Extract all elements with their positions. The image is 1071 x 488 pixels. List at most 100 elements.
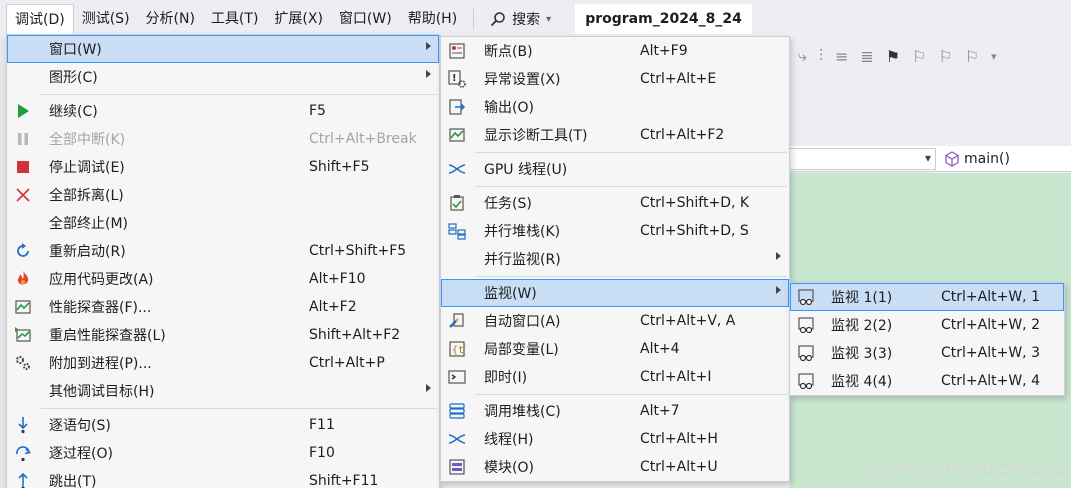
menu-item[interactable]: 线程(H) Ctrl+Alt+H — [441, 425, 789, 453]
menu-item-shortcut: Shift+Alt+F2 — [309, 327, 401, 343]
menu-item-shortcut: Ctrl+Shift+F5 — [309, 243, 407, 259]
menu-item-label: 任务(S) — [484, 196, 532, 212]
menu-item[interactable]: 跳出(T) Shift+F11 — [7, 467, 439, 488]
menu-item: 全部中断(K) Ctrl+Alt+Break — [7, 125, 439, 153]
menu-item-label: 其他调试目标(H) — [49, 384, 155, 400]
menu-item-shortcut: Ctrl+Alt+W, 1 — [941, 289, 1040, 305]
menu-item-label: 继续(C) — [49, 104, 98, 120]
menu-item-label: 显示诊断工具(T) — [484, 128, 588, 144]
menu-item[interactable]: 即时(I) Ctrl+Alt+I — [441, 363, 789, 391]
menu-item-shortcut: Ctrl+Alt+H — [640, 431, 718, 447]
menu-item-label: 性能探查器(F)... — [49, 300, 152, 316]
watch-glasses-icon — [796, 315, 816, 335]
menu-item[interactable]: 并行堆栈(K) Ctrl+Shift+D, S — [441, 217, 789, 245]
parallel-stacks-icon — [447, 221, 467, 241]
menu-item[interactable]: 显示诊断工具(T) Ctrl+Alt+F2 — [441, 121, 789, 149]
toolbar-next-bookmark-icon: ⚐ — [938, 46, 953, 66]
toolbar-prev-bookmark-icon: ⚐ — [912, 46, 927, 66]
menu-item-shortcut: Ctrl+Alt+W, 4 — [941, 373, 1040, 389]
menu-item[interactable]: 逐过程(O) F10 — [7, 439, 439, 467]
menu-item[interactable]: 其他调试目标(H) — [7, 377, 439, 405]
menu-item[interactable]: {t} 局部变量(L) Alt+4 — [441, 335, 789, 363]
menu-item-label: GPU 线程(U) — [484, 162, 568, 178]
menu-item[interactable]: 附加到进程(P)... Ctrl+Alt+P — [7, 349, 439, 377]
menu-item-label: 窗口(W) — [49, 42, 102, 58]
restart-icon — [13, 241, 33, 261]
menu-extensions[interactable]: 扩展(X) — [266, 4, 331, 34]
menu-item-label: 监视 4(4) — [831, 374, 893, 390]
search-box[interactable]: 搜索 ▾ — [482, 9, 559, 29]
menu-item[interactable]: 自动窗口(A) Ctrl+Alt+V, A — [441, 307, 789, 335]
menu-item-shortcut: Shift+F11 — [309, 473, 379, 488]
menu-item-shortcut: Ctrl+Alt+E — [640, 71, 717, 87]
menu-item-label: 模块(O) — [484, 460, 534, 476]
menu-item-label: 并行监视(R) — [484, 252, 561, 268]
watch-glasses-icon — [796, 343, 816, 363]
menu-item[interactable]: ! 异常设置(X) Ctrl+Alt+E — [441, 65, 789, 93]
menu-item[interactable]: 重新启动(R) Ctrl+Shift+F5 — [7, 237, 439, 265]
project-title: program_2024_8_24 — [575, 4, 752, 34]
menu-item[interactable]: 监视 2(2) Ctrl+Alt+W, 2 — [790, 311, 1064, 339]
submenu-arrow-icon — [426, 70, 431, 78]
menu-item-label: 即时(I) — [484, 370, 528, 386]
menu-item[interactable]: 全部终止(M) — [7, 209, 439, 237]
menu-item-shortcut: Ctrl+Alt+W, 2 — [941, 317, 1040, 333]
menu-item[interactable]: 监视 3(3) Ctrl+Alt+W, 3 — [790, 339, 1064, 367]
menu-item-shortcut: Ctrl+Alt+P — [309, 355, 385, 371]
menubar-separator — [473, 9, 475, 29]
menubar: 调试(D) 测试(S) 分析(N) 工具(T) 扩展(X) 窗口(W) 帮助(H… — [0, 0, 1071, 38]
menu-analyze[interactable]: 分析(N) — [138, 4, 203, 34]
menu-item-label: 重新启动(R) — [49, 244, 126, 260]
watermark: CSDN @TANGLONG222 — [872, 460, 1065, 479]
menu-item[interactable]: GPU 线程(U) — [441, 155, 789, 183]
menu-item-label: 异常设置(X) — [484, 72, 561, 88]
menu-item[interactable]: 重启性能探查器(L) Shift+Alt+F2 — [7, 321, 439, 349]
menu-item-shortcut: F10 — [309, 445, 335, 461]
menu-item[interactable]: 窗口(W) — [7, 35, 439, 63]
menu-item-label: 重启性能探查器(L) — [49, 328, 166, 344]
svg-text:{t}: {t} — [452, 345, 466, 356]
menu-item[interactable]: 调用堆栈(C) Alt+7 — [441, 397, 789, 425]
menu-item[interactable]: 图形(C) — [7, 63, 439, 91]
menu-item[interactable]: 监视(W) — [441, 279, 789, 307]
threads-icon — [447, 429, 467, 449]
menu-item-label: 全部中断(K) — [49, 132, 126, 148]
menu-item-shortcut: Alt+4 — [640, 341, 680, 357]
menu-item-shortcut: Ctrl+Alt+W, 3 — [941, 345, 1040, 361]
menu-item[interactable]: 监视 4(4) Ctrl+Alt+W, 4 — [790, 367, 1064, 395]
menu-item[interactable]: 停止调试(E) Shift+F5 — [7, 153, 439, 181]
menu-item[interactable]: 并行监视(R) — [441, 245, 789, 273]
menu-debug[interactable]: 调试(D) — [6, 4, 74, 34]
function-dropdown[interactable]: main() — [944, 151, 1010, 167]
diagnostics-icon — [447, 125, 467, 145]
menu-item[interactable]: 模块(O) Ctrl+Alt+U — [441, 453, 789, 481]
menu-item-shortcut: Ctrl+Alt+V, A — [640, 313, 736, 329]
menu-item[interactable]: 全部拆离(L) — [7, 181, 439, 209]
menu-item[interactable]: 断点(B) Alt+F9 — [441, 37, 789, 65]
menu-item-label: 停止调试(E) — [49, 160, 125, 176]
menu-item-label: 监视 2(2) — [831, 318, 893, 334]
menu-item[interactable]: 性能探查器(F)... Alt+F2 — [7, 293, 439, 321]
modules-icon — [447, 457, 467, 477]
menu-item[interactable]: 监视 1(1) Ctrl+Alt+W, 1 — [790, 283, 1064, 311]
menu-help[interactable]: 帮助(H) — [400, 4, 465, 34]
toolbar-align-icon: ⫶ — [818, 46, 823, 65]
menu-window[interactable]: 窗口(W) — [331, 4, 400, 34]
chevron-down-icon: ▾ — [546, 13, 552, 25]
pause-icon — [13, 129, 33, 149]
menu-item-label: 监视(W) — [484, 286, 537, 302]
autos-icon — [447, 311, 467, 331]
scope-dropdown[interactable] — [786, 147, 936, 170]
toolbar-outdent-icon: ≣ — [860, 46, 874, 66]
menu-tools[interactable]: 工具(T) — [203, 4, 266, 34]
menu-item-shortcut: Ctrl+Alt+Break — [309, 131, 417, 147]
menu-item[interactable]: 任务(S) Ctrl+Shift+D, K — [441, 189, 789, 217]
menu-test[interactable]: 测试(S) — [74, 4, 138, 34]
menu-item[interactable]: 应用代码更改(A) Alt+F10 — [7, 265, 439, 293]
menu-item-shortcut: Alt+F2 — [309, 299, 357, 315]
menu-item-shortcut: Alt+F9 — [640, 43, 688, 59]
menu-item[interactable]: 逐语句(S) F11 — [7, 411, 439, 439]
submenu-arrow-icon — [776, 252, 781, 260]
menu-item[interactable]: 继续(C) F5 — [7, 97, 439, 125]
menu-item[interactable]: 输出(O) — [441, 93, 789, 121]
